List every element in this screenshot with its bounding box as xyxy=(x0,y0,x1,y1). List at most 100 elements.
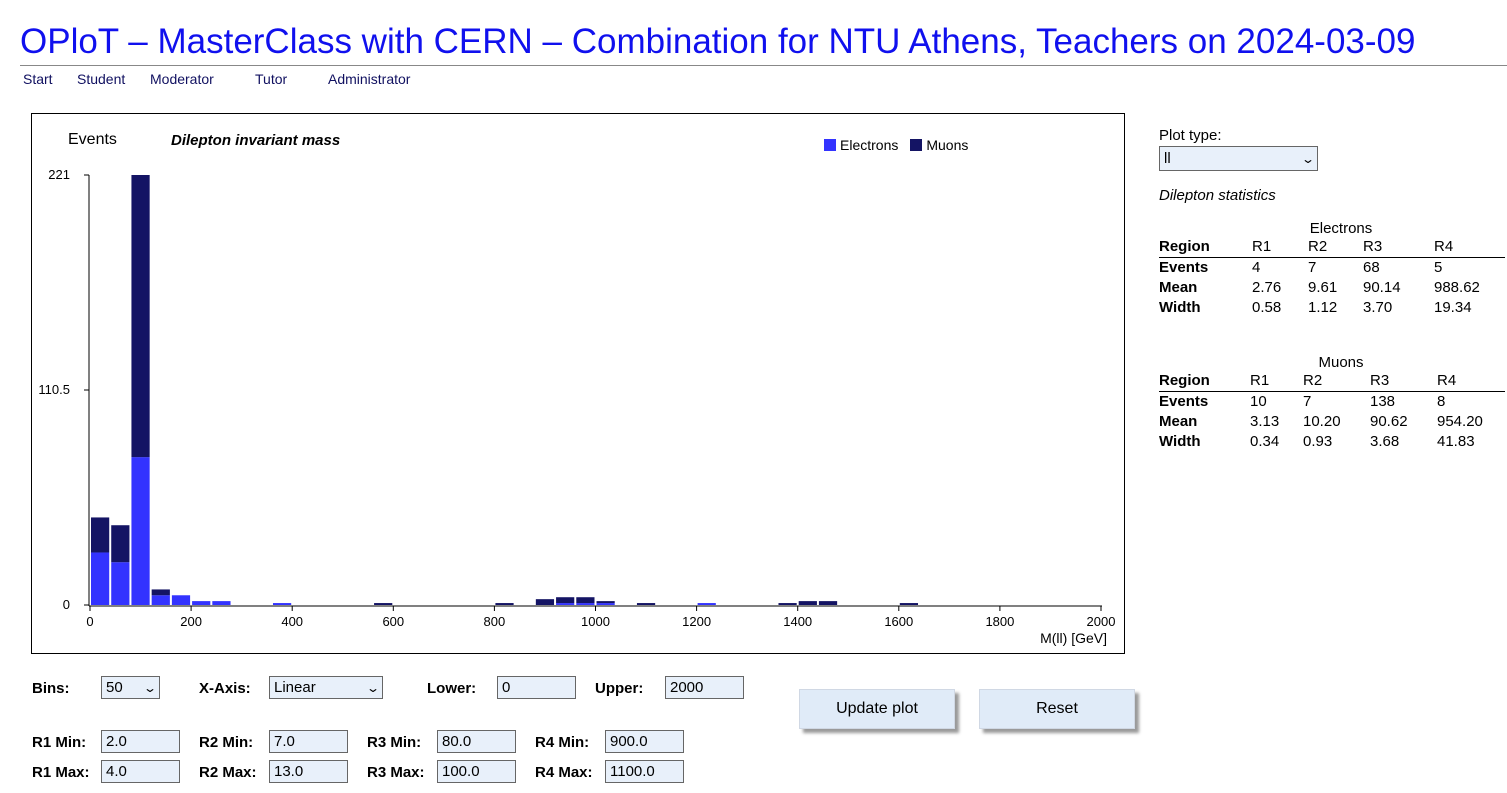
column-header: R2 xyxy=(1308,237,1363,258)
electrons-stats-table: Electrons Region R1 R2 R3 R4 Events 4 7 … xyxy=(1159,220,1505,317)
table-cell: 7 xyxy=(1308,258,1317,276)
chart-title: Dilepton invariant mass xyxy=(171,132,341,149)
x-tick-label: 1000 xyxy=(581,614,610,629)
nav-administrator[interactable]: Administrator xyxy=(328,71,410,87)
bar-electrons xyxy=(171,595,191,605)
column-header: Region xyxy=(1159,237,1252,258)
table-cell: 3.68 xyxy=(1370,432,1400,450)
table-caption: Muons xyxy=(1318,354,1364,371)
table-row: Events 10 7 138 8 xyxy=(1159,391,1505,411)
bar-electrons xyxy=(697,603,716,605)
x-tick-label: 1200 xyxy=(682,614,711,629)
legend-label-muons: Muons xyxy=(926,137,969,153)
r2-min-input[interactable] xyxy=(269,730,348,753)
table-cell: 10 xyxy=(1250,392,1267,410)
row-label: Mean xyxy=(1159,412,1198,430)
row-label: Events xyxy=(1159,258,1209,276)
bar-muons xyxy=(576,597,595,604)
table-cell: 41.83 xyxy=(1437,432,1475,450)
reset-button[interactable]: Reset xyxy=(979,689,1135,729)
upper-label: Upper: xyxy=(595,680,644,697)
bar-electrons xyxy=(596,603,615,605)
y-tick-label: 110.5 xyxy=(38,382,70,397)
bar-muons xyxy=(151,589,170,596)
r4-min-input[interactable] xyxy=(605,730,684,753)
bins-select[interactable]: 50 ⌄ xyxy=(101,676,160,699)
column-header: Region xyxy=(1159,371,1250,392)
chart-legend: Electrons Muons xyxy=(824,137,968,153)
table-row: Width 0.34 0.93 3.68 41.83 xyxy=(1159,431,1505,451)
y-tick-label: 221 xyxy=(48,167,70,182)
r3-max-label: R3 Max: xyxy=(367,764,425,781)
xaxis-label: X-Axis: xyxy=(199,680,251,697)
table-cell: 988.62 xyxy=(1434,278,1480,296)
lower-input[interactable] xyxy=(497,676,576,699)
table-cell: 9.61 xyxy=(1308,278,1338,296)
bar-electrons xyxy=(576,603,595,605)
table-cell: 0.58 xyxy=(1252,298,1282,316)
r3-max-input[interactable] xyxy=(437,760,516,783)
nav-moderator[interactable]: Moderator xyxy=(150,71,214,87)
row-label: Width xyxy=(1159,432,1201,450)
bar-electrons xyxy=(272,603,292,605)
xaxis-select-value: Linear xyxy=(274,679,316,696)
legend-swatch-electrons xyxy=(824,139,836,151)
bar-muons xyxy=(636,603,656,605)
legend-item-electrons: Electrons xyxy=(824,137,898,153)
table-row: Mean 2.76 9.61 90.14 988.62 xyxy=(1159,277,1505,297)
lower-label: Lower: xyxy=(427,680,477,697)
bar-electrons xyxy=(212,601,231,605)
y-tick-label: 0 xyxy=(63,597,70,612)
table-caption: Electrons xyxy=(1309,220,1373,237)
legend-item-muons: Muons xyxy=(910,137,968,153)
x-tick-label: 1400 xyxy=(783,614,812,629)
table-cell: 90.62 xyxy=(1370,412,1408,430)
x-tick-label: 1600 xyxy=(884,614,913,629)
table-cell: 2.76 xyxy=(1252,278,1282,296)
r2-max-label: R2 Max: xyxy=(199,764,257,781)
bar-muons xyxy=(818,601,838,605)
update-plot-button[interactable]: Update plot xyxy=(799,689,955,729)
upper-input[interactable] xyxy=(665,676,744,699)
bar-muons xyxy=(899,603,919,605)
column-header: R4 xyxy=(1437,371,1505,392)
title-divider xyxy=(20,65,1507,66)
table-header-row: Region R1 R2 R3 R4 xyxy=(1159,237,1505,258)
bar-muons xyxy=(131,175,150,458)
r3-min-input[interactable] xyxy=(437,730,516,753)
table-cell: 3.13 xyxy=(1250,412,1280,430)
bar-muons xyxy=(374,603,393,605)
column-header: R4 xyxy=(1434,237,1505,258)
r4-max-label: R4 Max: xyxy=(535,764,593,781)
table-cell: 7 xyxy=(1303,392,1312,410)
nav-start[interactable]: Start xyxy=(23,71,53,87)
chevron-down-icon: ⌄ xyxy=(142,680,158,695)
plot-type-label: Plot type: xyxy=(1159,127,1222,144)
plot-type-value: ll xyxy=(1164,150,1171,167)
plot-type-select[interactable]: ll ⌄ xyxy=(1159,146,1318,171)
xaxis-select[interactable]: Linear ⌄ xyxy=(269,676,383,699)
table-cell: 68 xyxy=(1363,258,1380,276)
r1-max-input[interactable] xyxy=(101,760,180,783)
r2-max-input[interactable] xyxy=(269,760,348,783)
table-header-row: Region R1 R2 R3 R4 xyxy=(1159,371,1505,392)
bar-muons xyxy=(798,601,817,605)
x-tick-label: 1800 xyxy=(985,614,1014,629)
table-cell: 19.34 xyxy=(1434,298,1472,316)
row-label: Events xyxy=(1159,392,1209,410)
table-row: Width 0.58 1.12 3.70 19.34 xyxy=(1159,297,1505,317)
r1-min-input[interactable] xyxy=(101,730,180,753)
page-title: OPloT – MasterClass with CERN – Combinat… xyxy=(20,22,1416,61)
row-label: Width xyxy=(1159,298,1201,316)
nav-tutor[interactable]: Tutor xyxy=(255,71,287,87)
nav-student[interactable]: Student xyxy=(77,71,125,87)
x-tick-label: 0 xyxy=(86,614,93,629)
chevron-down-icon: ⌄ xyxy=(365,680,381,695)
table-cell: 3.70 xyxy=(1363,298,1393,316)
histogram-chart: 221 110.5 0 0 200 400 600 800 1000 1200 1400 1600 18… xyxy=(38,167,1115,629)
bar-electrons xyxy=(151,595,170,605)
r4-max-input[interactable] xyxy=(605,760,684,783)
table-cell: 5 xyxy=(1434,258,1443,276)
table-cell: 90.14 xyxy=(1363,278,1401,296)
bar-muons xyxy=(111,525,130,563)
